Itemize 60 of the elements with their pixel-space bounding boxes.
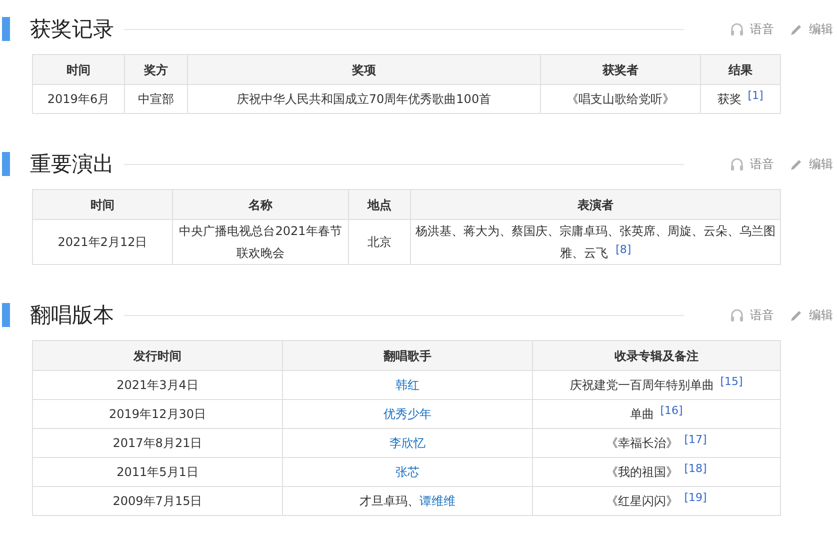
cell-text: 《唱支山歌给党听》 <box>566 92 674 106</box>
footnote-link[interactable]: [1] <box>748 89 764 102</box>
cell-text: 2019年12月30日 <box>108 407 206 421</box>
cell-text: 庆祝中华人民共和国成立70周年优秀歌曲100首 <box>236 92 492 106</box>
footnote-link[interactable]: [15] <box>720 375 743 388</box>
name-link[interactable]: 李欣忆 <box>390 436 426 450</box>
cell-text: 2021年3月4日 <box>116 378 198 392</box>
pencil-icon <box>790 22 803 36</box>
name-link[interactable]: 张芯 <box>396 465 420 479</box>
cell-text: 2017年8月21日 <box>112 436 202 450</box>
headphones-icon <box>730 22 744 36</box>
column-header: 奖方 <box>124 54 188 84</box>
cell-text: 2019年6月 <box>47 92 110 106</box>
audio-button[interactable]: 语音 <box>730 20 774 38</box>
cell-text: 单曲 <box>630 407 654 421</box>
cell-text: 庆祝建党一百周年特别单曲 <box>570 378 714 392</box>
headphones-icon <box>730 308 744 322</box>
column-header: 地点 <box>348 190 410 220</box>
pencil-icon <box>790 158 803 170</box>
column-header: 翻唱歌手 <box>282 340 532 370</box>
cell-text: 《红星闪闪》 <box>606 494 678 508</box>
section-title: 重要演出 <box>30 151 114 178</box>
cell-text: 2021年2月12日 <box>58 235 148 249</box>
edit-button[interactable]: 编辑 <box>790 156 833 172</box>
cell-text: 2011年5月1日 <box>116 465 198 479</box>
footnote-link[interactable]: [19] <box>684 491 707 504</box>
column-header: 发行时间 <box>32 340 282 370</box>
footnote-link[interactable]: [16] <box>660 404 683 417</box>
name-link[interactable]: 谭维维 <box>420 494 456 508</box>
footnote-link[interactable]: [17] <box>684 433 707 446</box>
column-header: 结果 <box>700 54 780 84</box>
audio-button[interactable]: 语音 <box>730 306 774 324</box>
name-link[interactable]: 优秀少年 <box>384 407 432 421</box>
column-header: 名称 <box>172 190 348 220</box>
column-header: 表演者 <box>410 190 780 220</box>
cell-text: 中央广播电视总台2021年春节联欢晚会 <box>179 224 342 260</box>
column-header: 获奖者 <box>540 54 700 84</box>
section-marker <box>2 152 10 176</box>
column-header: 时间 <box>32 190 172 220</box>
column-header: 收录专辑及备注 <box>532 340 780 370</box>
section-title: 翻唱版本 <box>30 302 114 329</box>
pencil-icon <box>790 308 803 322</box>
edit-button[interactable]: 编辑 <box>790 306 833 324</box>
cell-text: 《幸福长治》 <box>606 436 678 450</box>
column-header: 奖项 <box>188 54 540 84</box>
headphones-icon <box>730 158 744 170</box>
edit-button[interactable]: 编辑 <box>790 20 833 38</box>
section-marker <box>2 303 10 327</box>
cell-text: 《我的祖国》 <box>606 465 678 479</box>
audio-button[interactable]: 语音 <box>730 156 774 172</box>
cell-text: 获奖 <box>718 92 742 106</box>
footnote-link[interactable]: [18] <box>684 462 707 475</box>
cell-text: 才旦卓玛、 <box>360 494 420 508</box>
cell-text: 2009年7月15日 <box>112 494 202 508</box>
section-marker <box>2 17 10 41</box>
cell-text: 中宣部 <box>138 92 174 106</box>
column-header: 时间 <box>32 54 124 84</box>
name-link[interactable]: 韩红 <box>396 378 420 392</box>
section-title: 获奖记录 <box>30 16 114 43</box>
cell-text: 北京 <box>368 235 392 249</box>
